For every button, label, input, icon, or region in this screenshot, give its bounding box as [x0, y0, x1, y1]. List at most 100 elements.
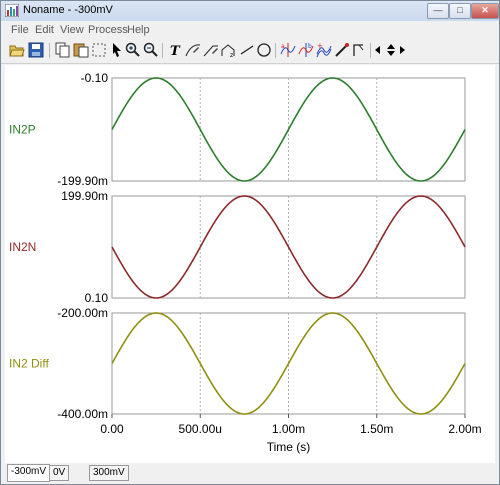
data-point: [420, 180, 421, 181]
nav-right-button[interactable]: [399, 42, 407, 58]
data-point: [288, 246, 289, 247]
data-point: [420, 195, 421, 196]
waveform-chart[interactable]: -0.10 -199.90m IN2P 199.90m 0.10 IN2N -200.00m…: [5, 65, 495, 463]
svg-text:z: z: [230, 52, 233, 58]
svg-text:+: +: [317, 42, 323, 50]
x-tick-label: 2.00m: [448, 422, 481, 436]
data-point: [200, 246, 201, 247]
y-tick-label: 199.90m: [61, 189, 108, 203]
y-tick-label: -400.00m: [57, 407, 108, 421]
paste-button[interactable]: [73, 42, 89, 58]
data-point: [244, 180, 245, 181]
text-button[interactable]: T: [167, 42, 183, 58]
probe-button[interactable]: [334, 42, 350, 58]
copy-button[interactable]: [55, 42, 71, 58]
label-button[interactable]: z: [221, 42, 237, 58]
open-button[interactable]: [9, 42, 25, 58]
data-point: [376, 246, 377, 247]
tab-0v[interactable]: 0V: [49, 465, 70, 481]
title-bar[interactable]: Noname - -300mV — □ ✕: [1, 1, 499, 21]
data-point: [200, 129, 201, 130]
circle-icon: [257, 43, 271, 57]
nav-left-button[interactable]: [373, 42, 381, 58]
data-point: [111, 246, 112, 247]
maximize-button[interactable]: □: [449, 3, 471, 19]
data-point: [288, 363, 289, 364]
curve-edit-button[interactable]: [185, 42, 201, 58]
y-tick-label: 0.10: [85, 291, 109, 305]
data-point: [244, 413, 245, 414]
tab-minus-300mv[interactable]: -300mV: [7, 464, 51, 482]
zoom-area-icon: [92, 43, 106, 57]
zoom-in-button[interactable]: [125, 42, 141, 58]
menu-edit[interactable]: Edit: [35, 24, 54, 36]
close-button[interactable]: ✕: [471, 3, 499, 19]
data-point: [376, 129, 377, 130]
y-tick-label: -0.10: [81, 71, 109, 85]
curve-edit-icon: [185, 44, 201, 57]
ramp-button[interactable]: [203, 42, 219, 58]
channel-label: IN2P: [9, 123, 36, 137]
y-tick-label: -199.90m: [57, 174, 108, 188]
data-point: [464, 246, 465, 247]
menu-process[interactable]: Process: [88, 24, 128, 36]
window-title: Noname - -300mV: [23, 4, 113, 16]
save-icon: [28, 42, 44, 58]
probe-icon: [335, 43, 349, 57]
y-tick-label: -200.00m: [57, 306, 108, 320]
data-point: [464, 129, 465, 130]
svg-text:a: a: [281, 43, 285, 50]
toolbar: T z a b +: [1, 39, 499, 64]
cursor-a-button[interactable]: a: [280, 42, 296, 58]
svg-text:T: T: [170, 44, 181, 58]
step-button[interactable]: [351, 42, 367, 58]
cursor-a-icon: a: [280, 43, 296, 57]
data-point: [156, 312, 157, 313]
data-point: [244, 195, 245, 196]
pointer-icon: [113, 43, 121, 57]
cursor-b-button[interactable]: b: [298, 42, 314, 58]
data-point: [420, 413, 421, 414]
peak-icon: +: [316, 42, 332, 58]
toolbar-separator: [275, 43, 276, 58]
data-point: [332, 77, 333, 78]
plot-area[interactable]: -0.10 -199.90m IN2P 199.90m 0.10 IN2N -200.00m…: [5, 65, 495, 463]
menu-bar: File Edit View Process Help: [1, 21, 499, 38]
data-point: [111, 129, 112, 130]
circle-button[interactable]: [256, 42, 272, 58]
zoom-out-icon: [143, 42, 158, 57]
data-point: [288, 129, 289, 130]
zoom-area-button[interactable]: [91, 42, 107, 58]
zoom-out-button[interactable]: [143, 42, 159, 58]
minimize-button[interactable]: —: [427, 3, 449, 19]
text-icon: T: [170, 44, 181, 58]
line-icon: [240, 45, 254, 55]
save-button[interactable]: [28, 42, 44, 58]
peak-button[interactable]: +: [316, 42, 332, 58]
x-tick-label: 1.00m: [272, 422, 305, 436]
menu-view[interactable]: View: [60, 24, 84, 36]
menu-help[interactable]: Help: [127, 24, 150, 36]
app-icon: [5, 4, 19, 17]
label-icon: z: [221, 44, 235, 58]
data-point: [111, 363, 112, 364]
nav-left-icon: [375, 46, 380, 54]
line-button[interactable]: [239, 42, 255, 58]
x-tick-label: 500.00u: [179, 422, 222, 436]
data-point: [156, 77, 157, 78]
nav-updown-button[interactable]: [383, 42, 399, 58]
tab-300mv[interactable]: 300mV: [89, 465, 129, 481]
data-point: [200, 363, 201, 364]
channel-label: IN2 Diff: [9, 357, 49, 371]
pointer-button[interactable]: [109, 42, 125, 58]
ramp-icon: [203, 45, 218, 57]
zoom-in-icon: [125, 42, 140, 57]
x-tick-label: 1.50m: [360, 422, 393, 436]
data-point: [464, 363, 465, 364]
toolbar-separator: [162, 43, 163, 58]
data-point: [376, 363, 377, 364]
menu-file[interactable]: File: [11, 24, 29, 36]
maximize-icon: □: [457, 5, 463, 15]
svg-text:b: b: [308, 43, 312, 50]
paste-icon: [73, 43, 89, 58]
